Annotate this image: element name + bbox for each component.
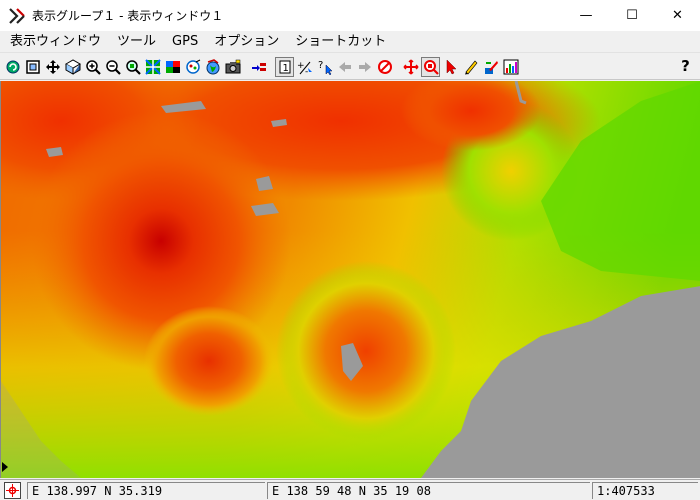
svg-text:1: 1 — [282, 63, 288, 74]
caldera-hills — [276, 261, 456, 441]
zoom-in-icon — [85, 59, 101, 75]
layer-controls-icon — [144, 58, 161, 75]
group-controls-button[interactable] — [163, 57, 182, 77]
pencil-button[interactable] — [461, 57, 480, 77]
add-layer-button[interactable] — [249, 57, 268, 77]
map-view[interactable] — [0, 81, 700, 478]
add-layer-icon — [251, 62, 266, 71]
status-bar: E 138.997 N 35.319 E 138 59 48 N 35 19 0… — [0, 479, 700, 500]
stop-icon — [377, 59, 392, 74]
layer-controls-button[interactable] — [143, 57, 162, 77]
query-icon: ? — [318, 60, 333, 75]
coordinate-dms: E 138 59 48 N 35 19 08 — [267, 482, 590, 499]
plus-minus-icon: +- — [297, 61, 312, 75]
crosshair-icon — [402, 58, 419, 75]
pan-button[interactable] — [43, 57, 62, 77]
menu-gps[interactable]: GPS — [164, 32, 206, 52]
forward-button[interactable] — [355, 57, 374, 77]
coordinate-decimal: E 138.997 N 35.319 — [27, 482, 265, 499]
app-icon — [9, 7, 25, 24]
query-button[interactable]: ? — [315, 57, 334, 77]
back-arrow-icon — [338, 61, 351, 72]
back-button[interactable] — [335, 57, 354, 77]
full-extent-icon — [25, 59, 40, 74]
edit-icon — [484, 60, 498, 74]
zoom-target-icon — [423, 59, 439, 75]
help-button[interactable]: ? — [676, 56, 695, 76]
zoom-box-icon — [64, 58, 81, 75]
redraw-icon — [6, 60, 19, 73]
raster-icon — [185, 59, 200, 74]
toolbar: 1 + - ? ? — [0, 54, 700, 80]
elevation-raster[interactable] — [1, 81, 700, 478]
volcano-cone — [144, 306, 274, 416]
menu-shortcuts[interactable]: ショートカット — [287, 32, 394, 52]
histogram-icon — [503, 59, 518, 74]
window-title: 表示グループ１ - 表示ウィンドウ１ — [32, 9, 224, 23]
maximize-icon: ☐ — [626, 8, 638, 23]
camera-button[interactable] — [223, 57, 242, 77]
zoom-target-button[interactable] — [421, 56, 440, 77]
menu-bar: 表示ウィンドウ ツール GPS オプション ショートカット — [0, 31, 700, 53]
pencil-icon — [464, 60, 477, 74]
scroll-arrow-icon[interactable] — [2, 462, 8, 472]
zoom-in-button[interactable] — [83, 57, 102, 77]
pointer-button[interactable] — [441, 57, 460, 77]
group-controls-icon — [165, 60, 180, 73]
select-one-button[interactable]: 1 — [275, 56, 294, 77]
stop-button[interactable] — [375, 57, 394, 77]
svg-text:-: - — [305, 67, 308, 75]
pan-icon — [45, 59, 60, 74]
maximize-button[interactable]: ☐ — [609, 0, 655, 31]
zoom-out-icon — [105, 59, 121, 75]
full-extent-button[interactable] — [23, 57, 42, 77]
raster-button[interactable] — [183, 57, 202, 77]
minimize-button[interactable]: — — [563, 0, 609, 31]
forward-arrow-icon — [358, 61, 371, 72]
plus-minus-button[interactable]: + - — [295, 57, 314, 77]
zoom-layer-button[interactable] — [123, 57, 142, 77]
zoom-out-button[interactable] — [103, 57, 122, 77]
close-button[interactable]: ✕ — [655, 0, 700, 31]
select-one-icon: 1 — [279, 60, 290, 74]
menu-tools[interactable]: ツール — [109, 32, 164, 52]
crosshair-button[interactable] — [401, 57, 420, 77]
minimize-icon: — — [579, 8, 593, 23]
camera-icon — [225, 59, 240, 73]
zoom-layer-icon — [125, 59, 141, 75]
globe-icon — [206, 58, 219, 74]
edit-button[interactable] — [481, 57, 500, 77]
globe-button[interactable] — [203, 57, 222, 77]
menu-options[interactable]: オプション — [206, 32, 287, 52]
menu-view-window[interactable]: 表示ウィンドウ — [0, 32, 109, 52]
close-icon: ✕ — [672, 8, 683, 23]
cursor-position-icon[interactable] — [4, 482, 21, 499]
zoom-box-button[interactable] — [63, 57, 82, 77]
map-scale: 1:407533 — [592, 482, 698, 499]
redraw-button[interactable] — [3, 57, 22, 77]
title-bar: 表示グループ１ - 表示ウィンドウ１ — ☐ ✕ — [0, 0, 700, 31]
svg-text:?: ? — [318, 60, 323, 71]
pointer-icon — [446, 58, 457, 74]
histogram-button[interactable] — [501, 57, 520, 77]
help-icon: ? — [681, 57, 690, 75]
